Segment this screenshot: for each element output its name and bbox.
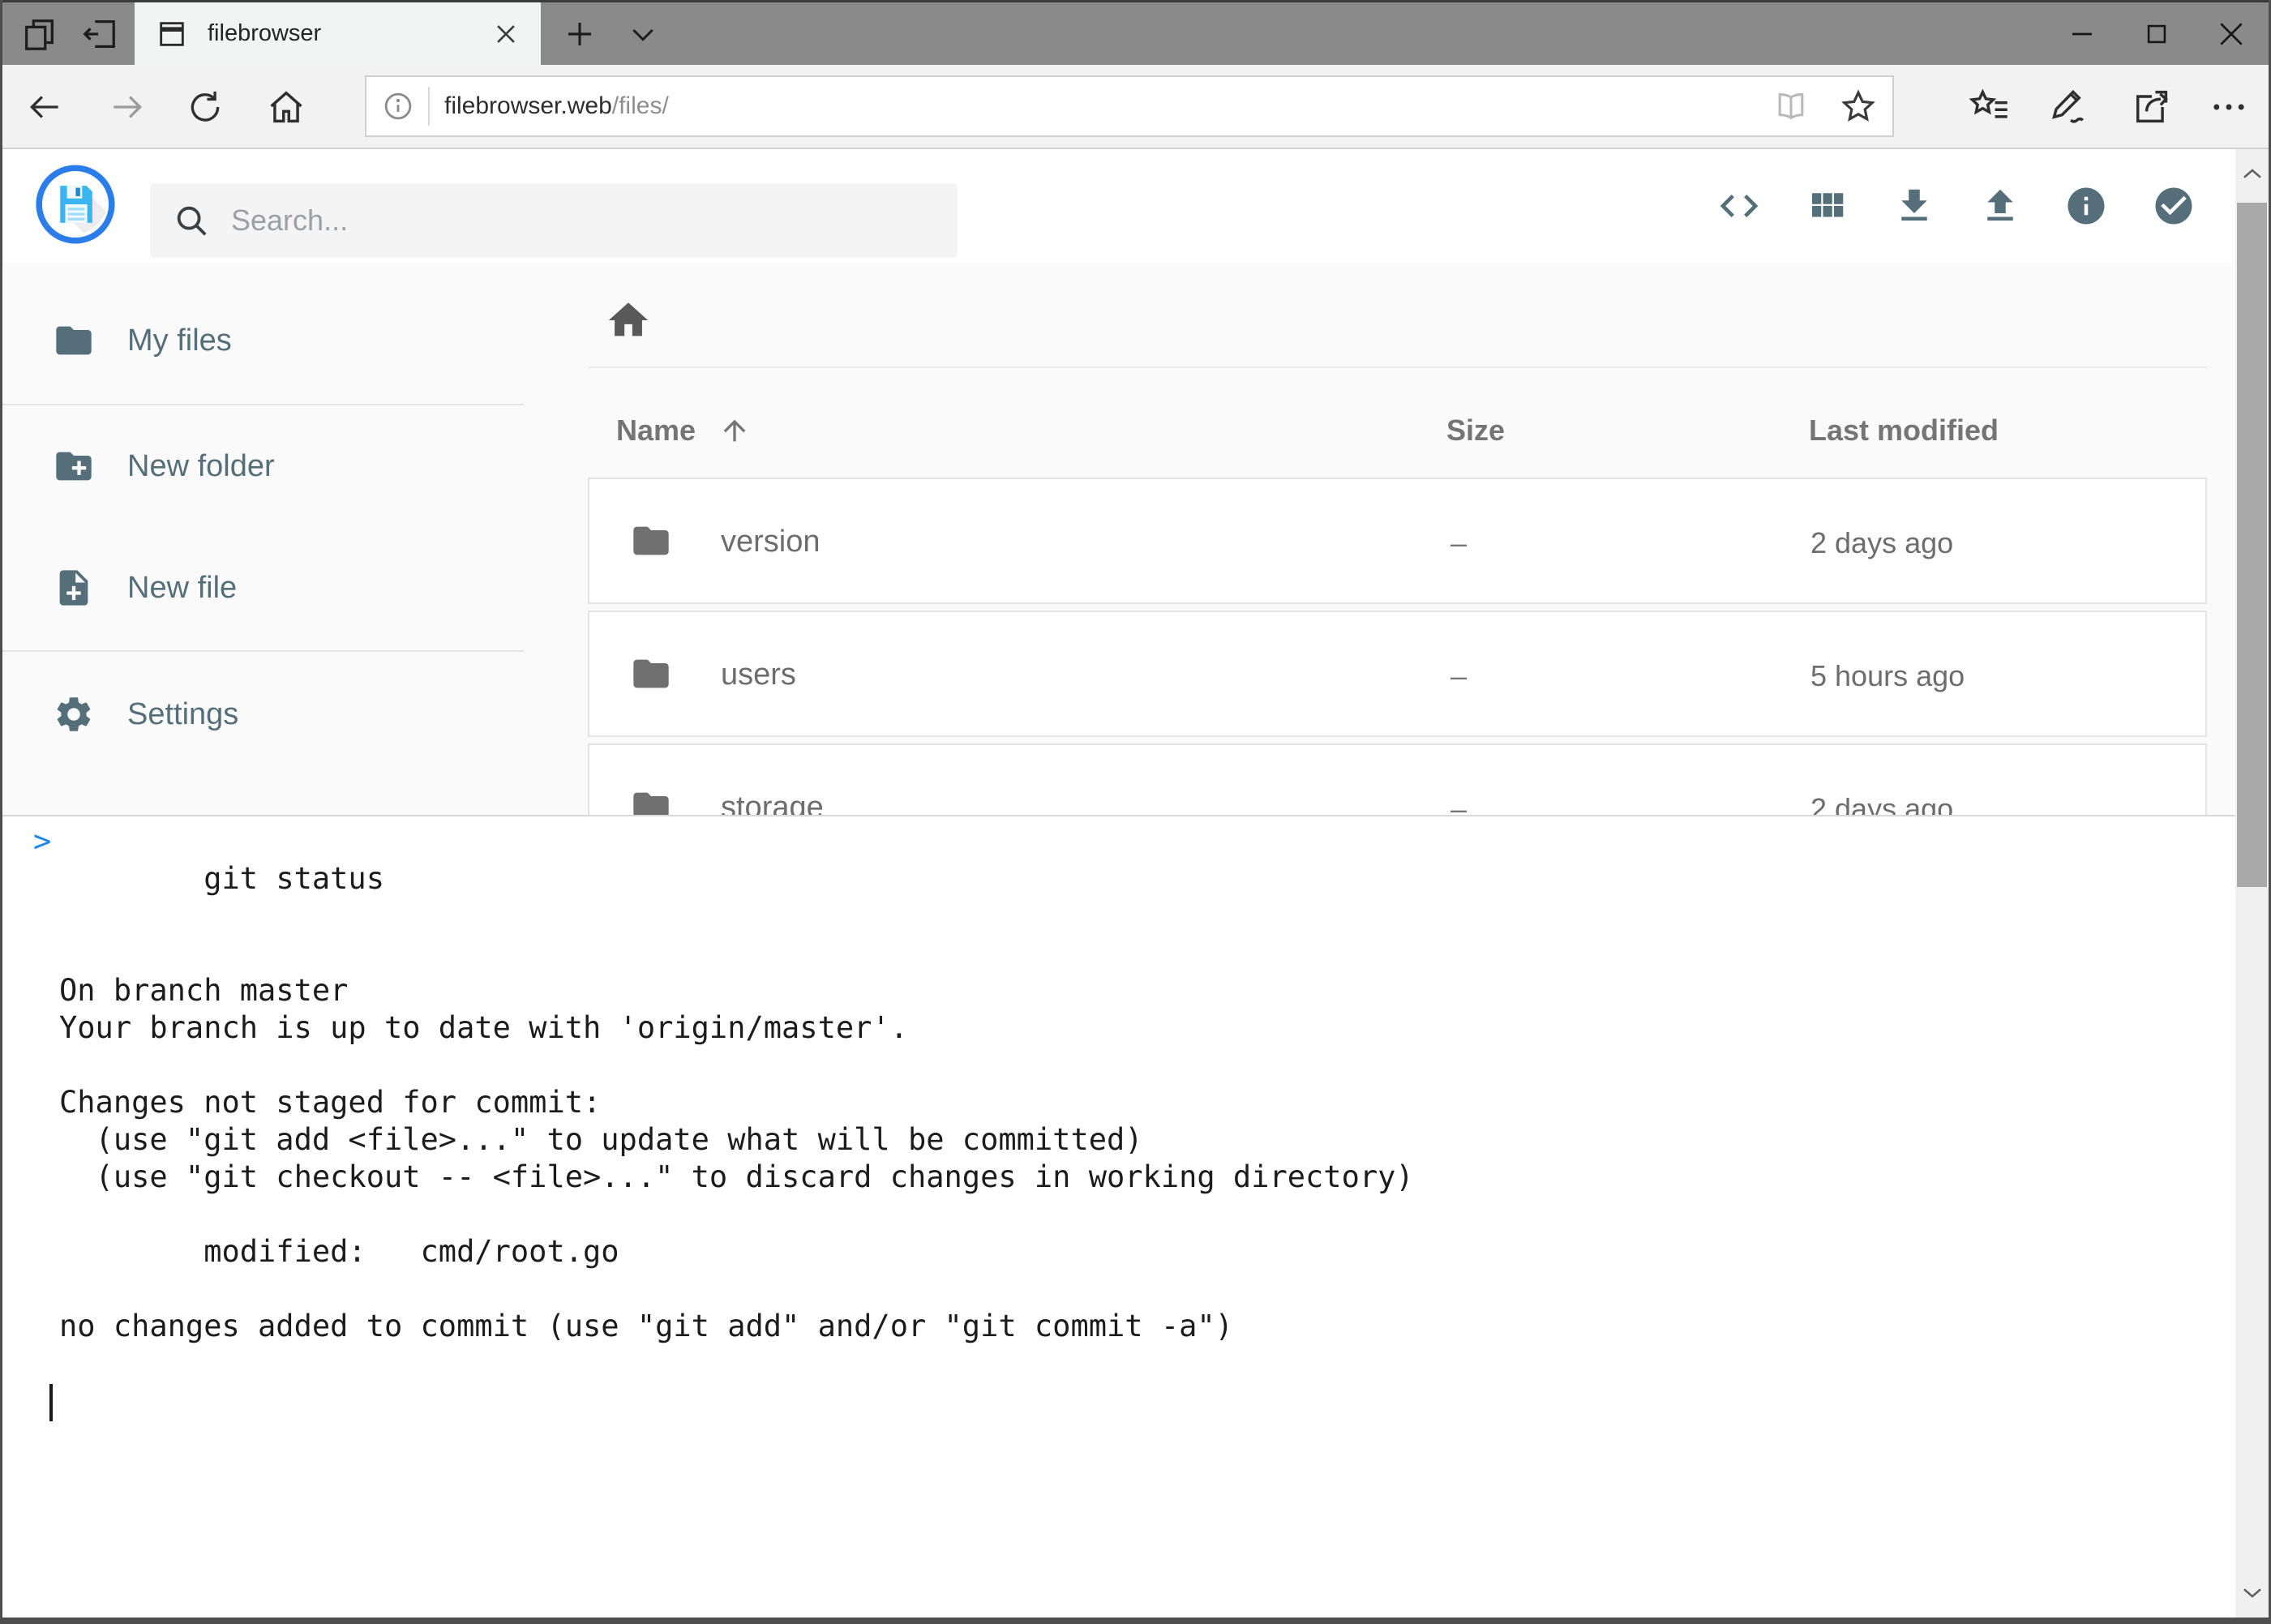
terminal-output-line: (use "git checkout -- <file>..." to disc… bbox=[2, 1159, 2235, 1196]
back-button[interactable] bbox=[22, 86, 67, 128]
folder-icon bbox=[630, 653, 672, 695]
sidebar-divider bbox=[2, 404, 524, 405]
scroll-up-icon[interactable] bbox=[2235, 149, 2269, 199]
terminal-output-line bbox=[2, 1345, 2235, 1382]
terminal-command: git status bbox=[204, 861, 384, 896]
reading-view-icon[interactable] bbox=[1772, 88, 1810, 125]
browser-window: filebrowser bbox=[0, 0, 2271, 1624]
terminal-panel[interactable]: > git status On branch master Your branch… bbox=[2, 815, 2235, 1618]
url-text: filebrowser.web/files/ bbox=[444, 92, 669, 120]
grid-view-icon[interactable] bbox=[1802, 182, 1851, 230]
search-placeholder: Search... bbox=[231, 204, 348, 238]
terminal-output-line bbox=[2, 1196, 2235, 1233]
search-input[interactable]: Search... bbox=[150, 183, 958, 258]
file-name: users bbox=[721, 658, 796, 692]
new-file-icon bbox=[53, 567, 95, 609]
terminal-output-line: Changes not staged for commit: bbox=[2, 1084, 2235, 1121]
create-new-folder-icon bbox=[53, 445, 95, 487]
window-controls bbox=[2045, 2, 2269, 65]
sort-ascending-icon bbox=[718, 414, 751, 447]
close-window-button[interactable] bbox=[2194, 2, 2269, 65]
sidebar-item-label: My files bbox=[127, 324, 232, 358]
sidebar-item-label: New folder bbox=[127, 449, 275, 484]
web-notes-pen-icon[interactable] bbox=[2046, 84, 2094, 130]
tab-list-dropdown-icon[interactable] bbox=[619, 2, 667, 65]
site-info-icon[interactable] bbox=[381, 89, 415, 123]
column-header-name[interactable]: Name bbox=[616, 413, 751, 448]
file-row-users[interactable]: users – 5 hours ago bbox=[588, 611, 2207, 737]
window-border-bottom bbox=[0, 1618, 2271, 1624]
file-modified: 5 hours ago bbox=[1810, 659, 1965, 693]
app-header: Search... bbox=[2, 149, 2233, 263]
scrollbar-thumb[interactable] bbox=[2237, 203, 2267, 887]
listing-header: Name Size Last modified bbox=[524, 413, 2233, 449]
terminal-output-line: (use "git add <file>..." to update what … bbox=[2, 1121, 2235, 1159]
home-button[interactable] bbox=[264, 86, 309, 128]
address-bar[interactable]: filebrowser.web/files/ bbox=[365, 75, 1894, 137]
filebrowser-logo[interactable] bbox=[35, 164, 116, 245]
hub-favorites-icon[interactable] bbox=[1965, 84, 2013, 130]
url-divider bbox=[428, 87, 430, 126]
scroll-down-icon[interactable] bbox=[2235, 1567, 2269, 1618]
file-size: – bbox=[1450, 526, 1467, 560]
file-modified: 2 days ago bbox=[1810, 526, 1953, 560]
breadcrumb-home-icon[interactable] bbox=[605, 297, 653, 345]
folder-icon bbox=[630, 520, 672, 562]
new-tab-button[interactable] bbox=[555, 2, 604, 65]
filebrowser-app: Search... bbox=[2, 149, 2269, 1618]
tab-preview-icon[interactable] bbox=[14, 2, 66, 65]
terminal-output-line bbox=[2, 935, 2235, 972]
sidebar-divider bbox=[2, 650, 524, 652]
sidebar-item-label: Settings bbox=[127, 697, 238, 732]
terminal-cursor bbox=[2, 1382, 2235, 1420]
info-icon[interactable] bbox=[2062, 182, 2110, 230]
terminal-output-line: no changes added to commit (use "git add… bbox=[2, 1308, 2235, 1345]
code-icon[interactable] bbox=[1715, 182, 1763, 230]
terminal-prompt: > bbox=[33, 823, 51, 860]
upload-icon[interactable] bbox=[1976, 182, 2025, 230]
set-tabs-aside-icon[interactable] bbox=[74, 2, 126, 65]
terminal-output-line: modified: cmd/root.go bbox=[2, 1233, 2235, 1270]
settings-gear-icon bbox=[53, 693, 95, 735]
terminal-output-line: Your branch is up to date with 'origin/m… bbox=[2, 1009, 2235, 1047]
url-path: /files/ bbox=[612, 92, 669, 119]
sidebar-item-new-file[interactable]: New file bbox=[2, 555, 524, 620]
file-name: version bbox=[721, 525, 821, 559]
check-circle-icon[interactable] bbox=[2149, 182, 2198, 230]
terminal-command-line: > git status bbox=[2, 823, 2235, 935]
terminal-output-line bbox=[2, 1270, 2235, 1308]
download-icon[interactable] bbox=[1890, 182, 1939, 230]
terminal-output-line bbox=[2, 1047, 2235, 1084]
breadcrumb-divider bbox=[589, 366, 2207, 368]
settings-more-icon[interactable] bbox=[2205, 84, 2253, 130]
share-icon[interactable] bbox=[2127, 84, 2175, 130]
tab-bar: filebrowser bbox=[2, 2, 2269, 65]
sidebar-item-label: New file bbox=[127, 571, 237, 606]
tab-title: filebrowser bbox=[208, 20, 492, 47]
maximize-button[interactable] bbox=[2119, 2, 2194, 65]
sidebar-item-new-folder[interactable]: New folder bbox=[2, 434, 524, 499]
browser-tab[interactable]: filebrowser bbox=[135, 2, 541, 65]
window-border-left bbox=[0, 0, 2, 1624]
file-row-version[interactable]: version – 2 days ago bbox=[588, 478, 2207, 604]
search-icon bbox=[173, 202, 210, 239]
file-size: – bbox=[1450, 659, 1467, 693]
column-header-modified[interactable]: Last modified bbox=[1809, 413, 1999, 448]
sidebar-item-settings[interactable]: Settings bbox=[2, 682, 524, 747]
forward-button[interactable] bbox=[105, 86, 150, 128]
page-icon bbox=[156, 18, 188, 50]
refresh-button[interactable] bbox=[182, 86, 228, 128]
sidebar-item-my-files[interactable]: My files bbox=[2, 308, 524, 373]
window-border-top bbox=[0, 0, 2271, 2]
page-scrollbar[interactable] bbox=[2235, 149, 2269, 1618]
column-header-size[interactable]: Size bbox=[1446, 413, 1505, 448]
tab-close-icon[interactable] bbox=[492, 20, 520, 48]
terminal-output-line: On branch master bbox=[2, 972, 2235, 1009]
minimize-button[interactable] bbox=[2045, 2, 2119, 65]
url-host: filebrowser.web bbox=[444, 92, 612, 119]
folder-icon bbox=[53, 319, 95, 362]
favorite-star-icon[interactable] bbox=[1839, 87, 1878, 126]
browser-toolbar: filebrowser.web/files/ bbox=[2, 65, 2269, 149]
